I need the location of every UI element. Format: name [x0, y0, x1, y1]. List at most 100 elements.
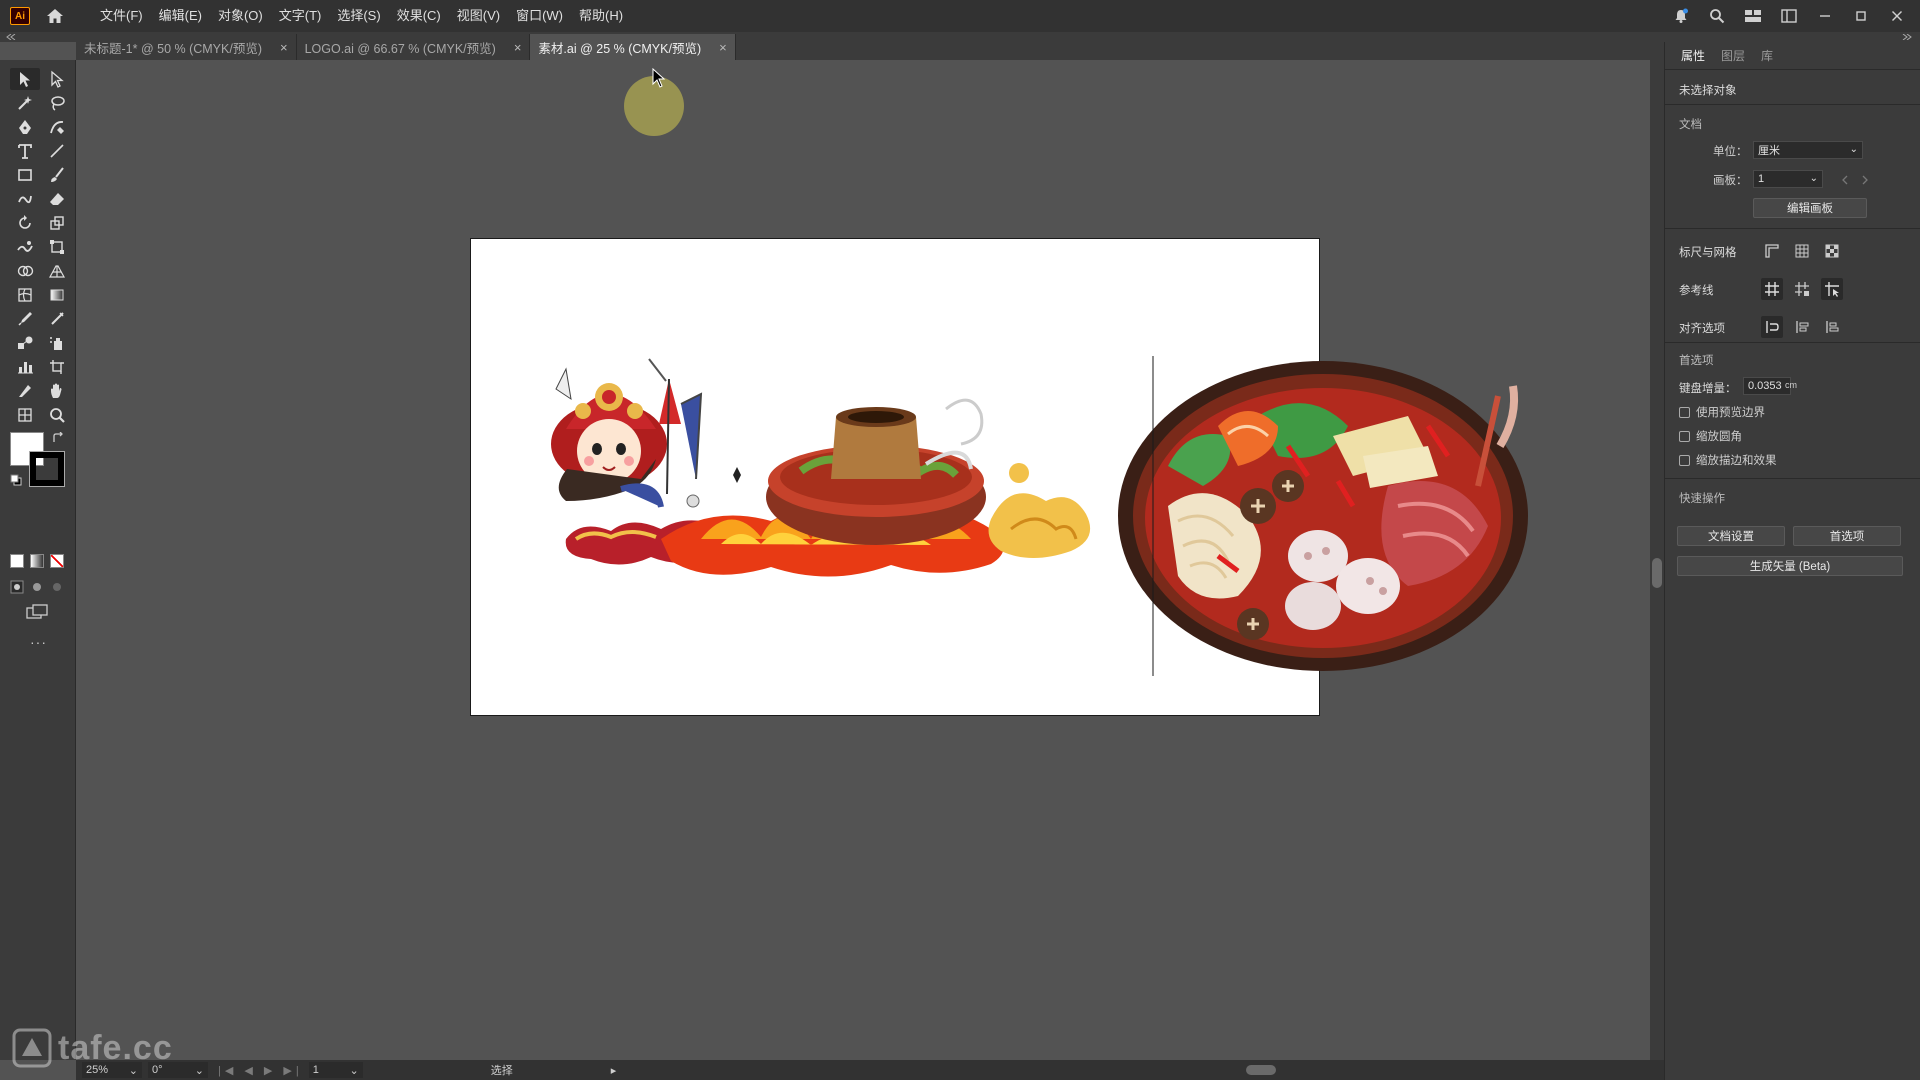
next-artboard-icon[interactable] [1861, 175, 1869, 185]
snap-to-point-icon[interactable] [1761, 316, 1783, 338]
artboard-select[interactable]: 1 ⌄ [1753, 170, 1823, 188]
menu-view[interactable]: 视图(V) [449, 0, 508, 32]
vertical-scroll-thumb[interactable] [1652, 558, 1662, 588]
menu-window[interactable]: 窗口(W) [508, 0, 571, 32]
home-icon[interactable] [42, 3, 68, 29]
curvature-tool-button[interactable] [42, 116, 72, 138]
arrange-documents-icon[interactable] [1740, 3, 1766, 29]
line-tool-button[interactable] [42, 140, 72, 162]
print-tiling-button[interactable] [10, 404, 40, 426]
food-bowl-illustration[interactable] [1108, 356, 1528, 676]
close-tab-icon[interactable]: × [280, 40, 288, 55]
preferences-button[interactable]: 首选项 [1793, 526, 1901, 546]
close-window-icon[interactable] [1884, 3, 1910, 29]
use-preview-bounds-checkbox[interactable]: 使用预览边界 [1679, 404, 1765, 420]
symbol-sprayer-button[interactable] [42, 332, 72, 354]
slice-tool-button[interactable] [10, 380, 40, 402]
free-transform-button[interactable] [42, 236, 72, 258]
draw-normal-icon[interactable] [10, 580, 24, 594]
none-mode-icon[interactable] [50, 554, 64, 568]
menu-edit[interactable]: 编辑(E) [151, 0, 210, 32]
edit-toolbar-button[interactable]: ··· [30, 634, 47, 650]
vertical-scrollbar[interactable] [1650, 60, 1664, 1060]
generate-vectors-button[interactable]: 生成矢量 (Beta) [1677, 556, 1903, 576]
magic-wand-button[interactable] [10, 92, 40, 114]
scale-corners-checkbox[interactable]: 缩放圆角 [1679, 428, 1742, 444]
tab-properties[interactable]: 属性 [1673, 47, 1713, 64]
collapse-right-icon[interactable] [1902, 34, 1912, 40]
menu-file[interactable]: 文件(F) [92, 0, 151, 32]
default-fill-stroke-icon[interactable] [10, 474, 22, 486]
stroke-swatch[interactable] [29, 451, 65, 487]
lasso-button[interactable] [42, 92, 72, 114]
blend-tool-button[interactable] [10, 332, 40, 354]
draw-inside-icon[interactable] [50, 580, 64, 594]
tab-libraries[interactable]: 库 [1753, 47, 1781, 64]
search-icon[interactable] [1704, 3, 1730, 29]
pen-tool-button[interactable] [10, 116, 40, 138]
selection-tool-button[interactable] [10, 68, 40, 90]
eyedropper-button[interactable] [10, 308, 40, 330]
snap-to-glyph-icon[interactable] [1821, 316, 1843, 338]
measure-button[interactable] [42, 308, 72, 330]
workspace-switcher-icon[interactable] [1776, 3, 1802, 29]
screen-mode-icon[interactable] [26, 604, 48, 620]
shape-builder-button[interactable] [10, 260, 40, 282]
eraser-button[interactable] [42, 188, 72, 210]
mesh-tool-button[interactable] [10, 284, 40, 306]
keyboard-increment-input[interactable]: 0.0353 [1743, 377, 1791, 395]
artboard-number-select[interactable]: 1 ⌄ [308, 1062, 363, 1078]
warp-tool-button[interactable] [10, 236, 40, 258]
smart-guides-icon[interactable] [1821, 278, 1843, 300]
tab-sucai-ai[interactable]: 素材.ai @ 25 % (CMYK/预览) × [530, 34, 736, 60]
ruler-icon[interactable] [1761, 240, 1783, 262]
checkbox-box[interactable] [1679, 406, 1690, 418]
horizontal-scroll-thumb[interactable] [1246, 1065, 1276, 1075]
horizontal-scrollbar[interactable] [586, 1063, 1646, 1077]
snap-to-pixel-icon[interactable] [1791, 316, 1813, 338]
tab-layers[interactable]: 图层 [1713, 47, 1753, 64]
rotate-tool-button[interactable] [10, 212, 40, 234]
close-tab-icon[interactable]: × [719, 40, 727, 55]
shaper-tool-button[interactable] [10, 188, 40, 210]
transparency-grid-icon[interactable] [1821, 240, 1843, 262]
scale-strokes-effects-checkbox[interactable]: 缩放描边和效果 [1679, 452, 1777, 468]
direct-selection-tool-button[interactable] [42, 68, 72, 90]
previous-artboard-icon[interactable] [1841, 175, 1849, 185]
restore-icon[interactable] [1848, 3, 1874, 29]
swap-fill-stroke-icon[interactable] [52, 432, 64, 444]
artboard-nav-arrows[interactable]: |◀ ◀ ▶ ▶| [218, 1064, 303, 1077]
menu-type[interactable]: 文字(T) [271, 0, 330, 32]
tab-logo-ai[interactable]: LOGO.ai @ 66.67 % (CMYK/预览) × [297, 34, 531, 60]
rectangle-tool-button[interactable] [10, 164, 40, 186]
color-mode-icon[interactable] [10, 554, 24, 568]
units-select[interactable]: 厘米 ⌄ [1753, 141, 1863, 159]
perspective-grid-button[interactable] [42, 260, 72, 282]
lock-guides-icon[interactable] [1791, 278, 1813, 300]
artboard-tool-button[interactable] [42, 356, 72, 378]
paintbrush-button[interactable] [42, 164, 72, 186]
notification-icon[interactable] [1668, 3, 1694, 29]
scale-tool-button[interactable] [42, 212, 72, 234]
menu-help[interactable]: 帮助(H) [571, 0, 631, 32]
tab-untitled-1[interactable]: 未标题-1* @ 50 % (CMYK/预览) × [76, 34, 297, 60]
collapse-left-icon[interactable] [6, 34, 16, 40]
menu-select[interactable]: 选择(S) [329, 0, 388, 32]
gradient-tool-button[interactable] [42, 284, 72, 306]
zoom-tool-button[interactable] [42, 404, 72, 426]
gradient-mode-icon[interactable] [30, 554, 44, 568]
type-tool-button[interactable] [10, 140, 40, 162]
checkbox-box[interactable] [1679, 454, 1690, 466]
menu-effect[interactable]: 效果(C) [389, 0, 449, 32]
show-guides-icon[interactable] [1761, 278, 1783, 300]
grid-icon[interactable] [1791, 240, 1813, 262]
minimize-icon[interactable] [1812, 3, 1838, 29]
draw-behind-icon[interactable] [30, 580, 44, 594]
hand-tool-button[interactable] [42, 380, 72, 402]
menu-object[interactable]: 对象(O) [210, 0, 271, 32]
checkbox-box[interactable] [1679, 430, 1690, 442]
edit-artboards-button[interactable]: 编辑画板 [1753, 198, 1867, 218]
column-graph-button[interactable] [10, 356, 40, 378]
document-setup-button[interactable]: 文档设置 [1677, 526, 1785, 546]
close-tab-icon[interactable]: × [514, 40, 522, 55]
